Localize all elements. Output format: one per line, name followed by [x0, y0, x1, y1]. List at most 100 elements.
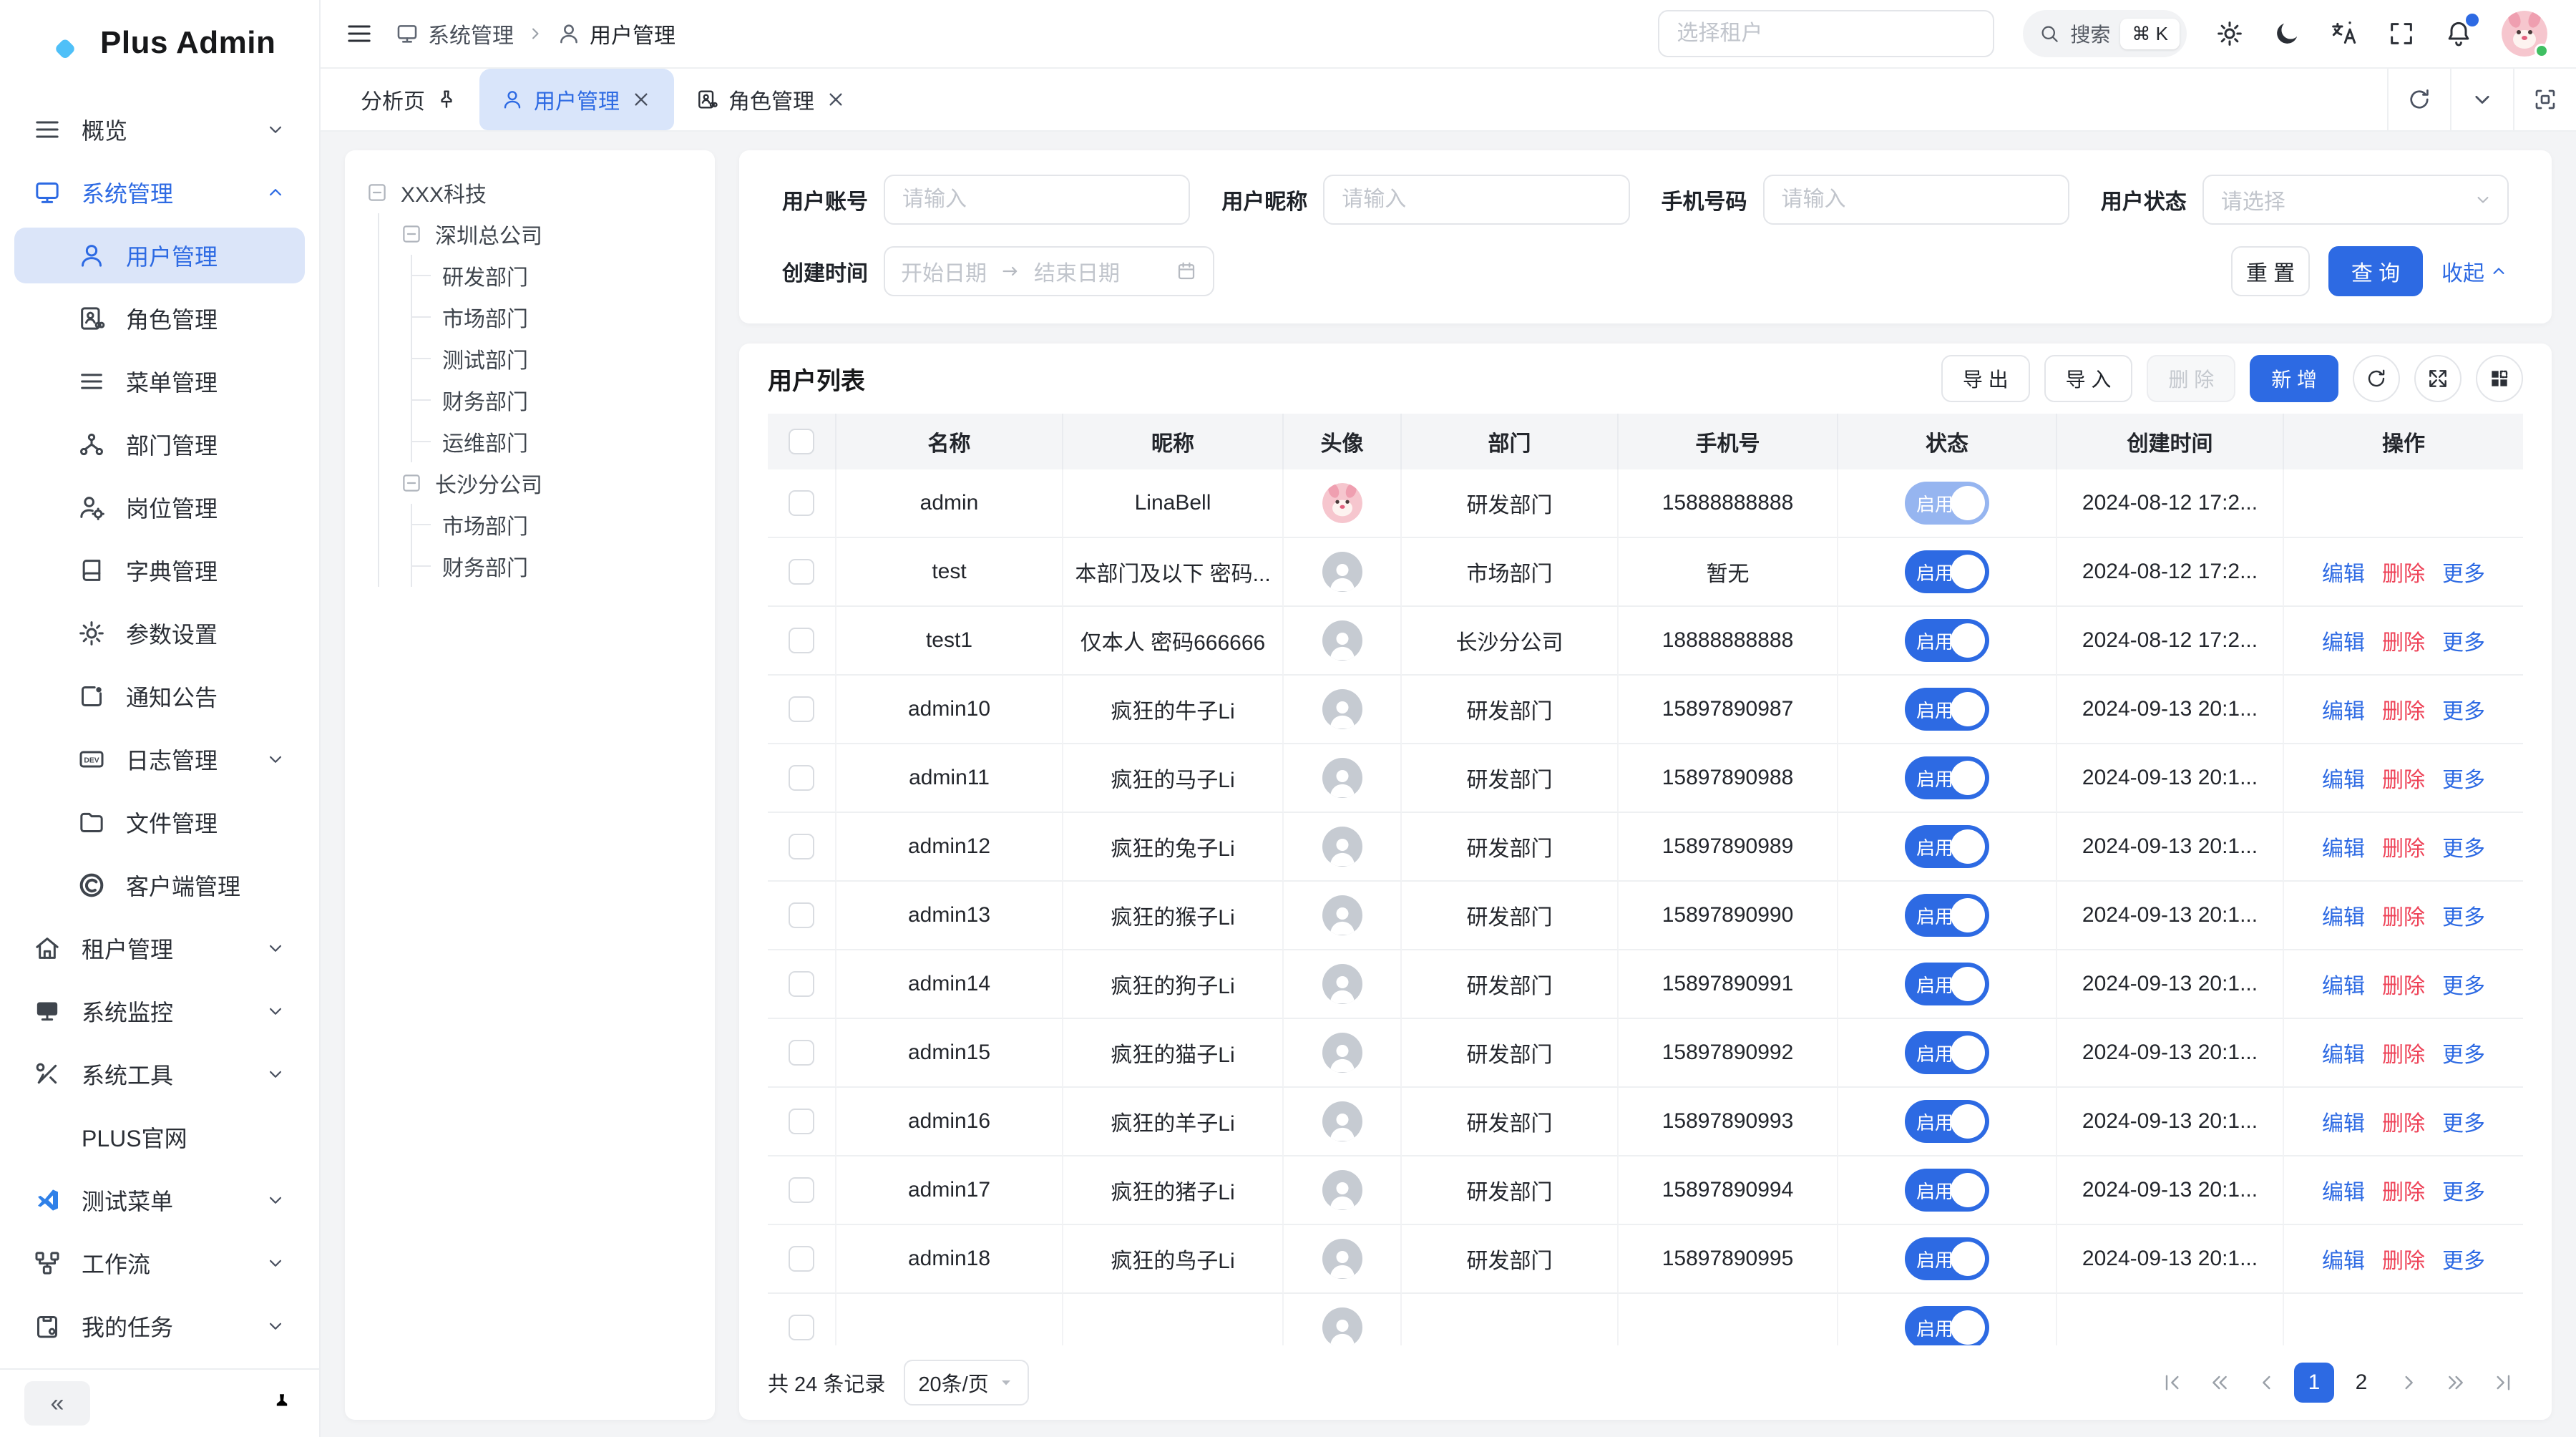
nickname-input[interactable] [1323, 175, 1629, 225]
sidebar-item-gitee[interactable]: gitee记录 [14, 1361, 305, 1368]
more-link[interactable]: 更多 [2442, 693, 2485, 725]
row-checkbox[interactable] [789, 1315, 814, 1340]
status-toggle[interactable]: 启用 [1905, 1306, 1989, 1345]
tree-node-dept[interactable]: 市场部门 [412, 296, 693, 338]
close-icon[interactable] [630, 88, 653, 111]
delete-link[interactable]: 删除 [2382, 762, 2425, 794]
global-search-button[interactable]: 搜索 ⌘ K [2023, 10, 2187, 57]
more-link[interactable]: 更多 [2442, 556, 2485, 588]
import-button[interactable]: 导 入 [2044, 355, 2133, 402]
status-toggle[interactable]: 启用 [1905, 825, 1989, 868]
page-button-2[interactable]: 2 [2341, 1363, 2381, 1403]
search-button[interactable]: 查 询 [2328, 246, 2423, 296]
settings-button[interactable] [2215, 19, 2244, 48]
column-settings-button[interactable] [2476, 355, 2523, 402]
tree-node-dept[interactable]: 研发部门 [412, 255, 693, 296]
select-all-checkbox[interactable] [789, 429, 814, 454]
edit-link[interactable]: 编辑 [2322, 762, 2365, 794]
status-toggle[interactable]: 启用 [1905, 619, 1989, 662]
more-link[interactable]: 更多 [2442, 1037, 2485, 1068]
more-link[interactable]: 更多 [2442, 968, 2485, 1000]
delete-link[interactable]: 删除 [2382, 1106, 2425, 1137]
sidebar-item-workflow[interactable]: 工作流 [14, 1235, 305, 1291]
sidebar-toggle-button[interactable] [345, 19, 374, 48]
sidebar-item-sys-monitor[interactable]: 系统监控 [14, 983, 305, 1039]
sidebar-item-test-menu[interactable]: 测试菜单 [14, 1172, 305, 1228]
row-checkbox[interactable] [789, 765, 814, 791]
status-toggle[interactable]: 启用 [1905, 894, 1989, 937]
next-page-button[interactable] [2389, 1363, 2429, 1403]
jump-back-button[interactable] [2200, 1363, 2240, 1403]
row-checkbox[interactable] [789, 696, 814, 722]
collapse-box-icon[interactable] [366, 182, 388, 203]
edit-link[interactable]: 编辑 [2322, 556, 2365, 588]
row-checkbox[interactable] [789, 1177, 814, 1203]
sidebar-collapse-button[interactable]: « [24, 1381, 90, 1426]
sidebar-item-param-settings[interactable]: 参数设置 [14, 605, 305, 661]
status-toggle[interactable]: 启用 [1905, 756, 1989, 799]
collapse-filters-link[interactable]: 收起 [2441, 255, 2509, 287]
sidebar-item-post-mgmt[interactable]: 岗位管理 [14, 479, 305, 535]
status-select[interactable]: 请选择 [2202, 175, 2509, 225]
status-toggle[interactable]: 启用 [1905, 688, 1989, 731]
last-page-button[interactable] [2483, 1363, 2523, 1403]
row-checkbox[interactable] [789, 834, 814, 859]
more-link[interactable]: 更多 [2442, 762, 2485, 794]
sidebar-item-client-mgmt[interactable]: 客户端管理 [14, 857, 305, 913]
table-fullscreen-button[interactable] [2414, 355, 2462, 402]
sidebar-item-log-mgmt[interactable]: 日志管理 [14, 731, 305, 787]
edit-link[interactable]: 编辑 [2322, 831, 2365, 862]
edit-link[interactable]: 编辑 [2322, 625, 2365, 656]
edit-link[interactable]: 编辑 [2322, 1037, 2365, 1068]
content-fullscreen-button[interactable] [2513, 69, 2576, 130]
table-refresh-button[interactable] [2353, 355, 2400, 402]
notifications-button[interactable] [2444, 19, 2473, 48]
status-toggle[interactable]: 启用 [1905, 1169, 1989, 1212]
edit-link[interactable]: 编辑 [2322, 900, 2365, 931]
edit-link[interactable]: 编辑 [2322, 693, 2365, 725]
edit-link[interactable]: 编辑 [2322, 1243, 2365, 1275]
close-icon[interactable] [824, 88, 847, 111]
page-button-1[interactable]: 1 [2294, 1363, 2334, 1403]
delete-link[interactable]: 删除 [2382, 625, 2425, 656]
breadcrumb-item-system[interactable]: 系统管理 [395, 18, 514, 49]
status-toggle[interactable]: 启用 [1905, 1031, 1989, 1074]
row-checkbox[interactable] [789, 490, 814, 516]
sidebar-item-menu-mgmt[interactable]: 菜单管理 [14, 354, 305, 409]
pin-icon[interactable] [435, 88, 458, 111]
tab-analysis[interactable]: 分析页 [339, 69, 479, 130]
tree-node-dept[interactable]: 运维部门 [412, 421, 693, 462]
date-range-picker[interactable]: 开始日期 结束日期 [884, 246, 1214, 296]
page-size-select[interactable]: 20条/页 [904, 1360, 1028, 1406]
sidebar-item-user-mgmt[interactable]: 用户管理 [14, 228, 305, 283]
sidebar-item-overview[interactable]: 概览 [14, 102, 305, 157]
add-button[interactable]: 新 增 [2250, 355, 2338, 402]
delete-link[interactable]: 删除 [2382, 968, 2425, 1000]
tree-node-dept[interactable]: 财务部门 [412, 379, 693, 421]
sidebar-item-sys-tools[interactable]: 系统工具 [14, 1046, 305, 1102]
sidebar-item-role-mgmt[interactable]: 角色管理 [14, 291, 305, 346]
status-toggle[interactable]: 启用 [1905, 1100, 1989, 1143]
edit-link[interactable]: 编辑 [2322, 968, 2365, 1000]
more-link[interactable]: 更多 [2442, 1174, 2485, 1206]
delete-link[interactable]: 删除 [2382, 831, 2425, 862]
breadcrumb-item-user[interactable]: 用户管理 [557, 18, 675, 49]
delete-link[interactable]: 删除 [2382, 693, 2425, 725]
status-toggle[interactable]: 启用 [1905, 1237, 1989, 1280]
language-button[interactable] [2330, 19, 2358, 48]
delete-link[interactable]: 删除 [2382, 556, 2425, 588]
dark-mode-button[interactable] [2273, 19, 2301, 48]
row-checkbox[interactable] [789, 628, 814, 653]
row-checkbox[interactable] [789, 1109, 814, 1134]
row-checkbox[interactable] [789, 1246, 814, 1272]
sidebar-item-plus-site[interactable]: PLUS官网 [14, 1109, 305, 1165]
tree-node-root[interactable]: XXX科技 [366, 172, 693, 213]
delete-link[interactable]: 删除 [2382, 1037, 2425, 1068]
tree-node-company-1[interactable]: 长沙分公司 [379, 462, 693, 504]
account-input[interactable] [884, 175, 1190, 225]
more-link[interactable]: 更多 [2442, 900, 2485, 931]
row-checkbox[interactable] [789, 902, 814, 928]
status-toggle[interactable]: 启用 [1905, 550, 1989, 593]
more-link[interactable]: 更多 [2442, 625, 2485, 656]
sidebar-item-dept-mgmt[interactable]: 部门管理 [14, 417, 305, 472]
